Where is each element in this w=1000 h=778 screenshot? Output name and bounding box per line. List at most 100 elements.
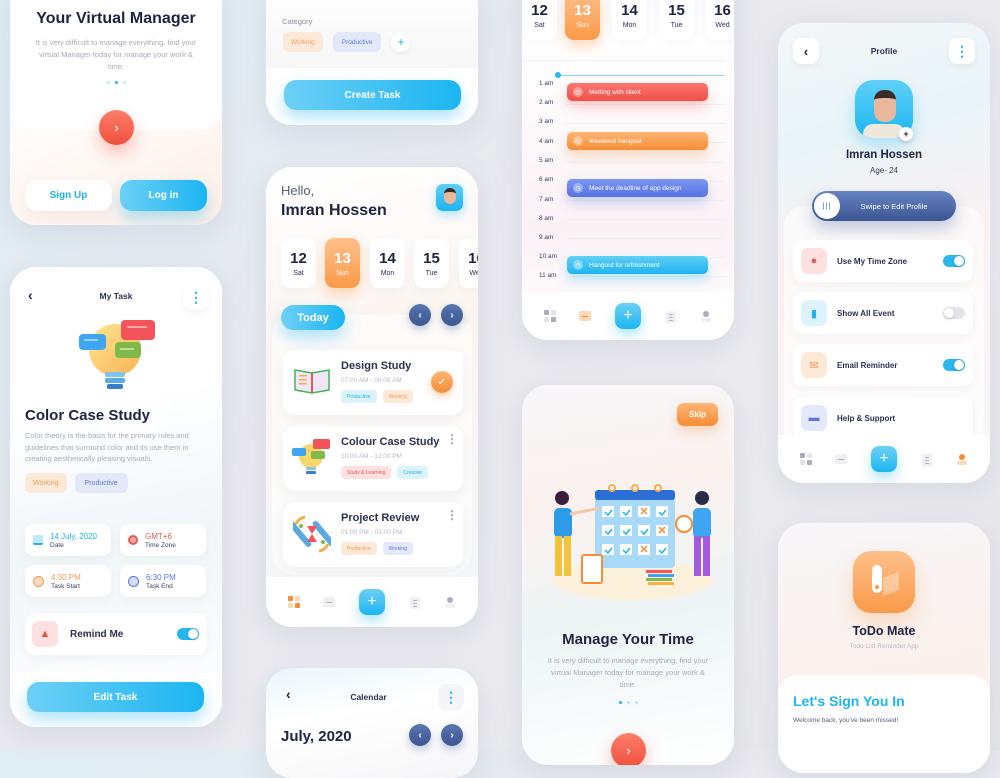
clipboard-icon[interactable]: [409, 596, 421, 609]
profile-screen: ‹ Profile ⋮ + Imran Hossen Age- 24 ||| S…: [778, 23, 990, 483]
day-number: 12: [531, 1, 548, 19]
event-deadline[interactable]: ◷ Meet the deadline of app design: [567, 179, 708, 197]
task-card[interactable]: Project Review 01:00 PM - 03:00 PM Produ…: [283, 502, 463, 567]
setting-email-reminder[interactable]: ✉ Email Reminder: [793, 344, 973, 386]
user-icon[interactable]: [700, 310, 712, 322]
task-menu-button[interactable]: ⋮: [446, 508, 458, 522]
category-working[interactable]: Working: [283, 32, 323, 52]
chevron-right-icon: ›: [450, 309, 454, 321]
toggle-knob: [188, 629, 198, 639]
kebab-menu-icon: ⋮: [955, 43, 969, 59]
day-wed[interactable]: 16 Wed: [459, 238, 478, 288]
edit-task-button[interactable]: Edit Task: [27, 682, 204, 712]
day-number: 14: [379, 249, 396, 267]
day-sat[interactable]: 12 Sat: [522, 0, 557, 40]
email-reminder-toggle[interactable]: [943, 359, 965, 371]
swipe-to-edit-slider[interactable]: ||| Swipe to Edit Profile: [812, 191, 956, 221]
day-name: Mon: [622, 21, 637, 29]
bottom-nav: +: [778, 435, 990, 483]
event-label: Weekend hangout: [589, 137, 642, 145]
clock-icon: [33, 575, 44, 587]
user-icon[interactable]: [956, 453, 968, 465]
remind-me-toggle[interactable]: [177, 628, 199, 640]
next-button[interactable]: ›: [99, 110, 134, 145]
show-all-event-toggle[interactable]: [943, 307, 965, 319]
create-task-button[interactable]: Create Task: [284, 80, 461, 110]
hour-label: 10 am: [539, 253, 558, 260]
task-title: Design Study: [341, 360, 412, 372]
current-time-line: [558, 75, 724, 76]
day-name: Tue: [670, 21, 683, 29]
day-sun[interactable]: 13 Sun: [325, 238, 360, 288]
logo-dot: [875, 585, 879, 589]
day-number: 12: [290, 249, 307, 267]
day-mon[interactable]: 14 Mon: [370, 238, 405, 288]
event-weekend[interactable]: ◷ Weekend hangout: [567, 132, 708, 150]
task-end-label: Task End: [146, 582, 173, 590]
day-mon[interactable]: 14 Mon: [612, 0, 647, 40]
day-number: 13: [334, 249, 351, 267]
sign-up-button[interactable]: Sign Up: [25, 180, 112, 211]
task-card[interactable]: Design Study 07:00 AM - 09:00 AM Product…: [283, 350, 463, 415]
add-category-button[interactable]: +: [391, 32, 411, 52]
grid-icon[interactable]: [287, 596, 300, 608]
toggle-knob: [954, 256, 964, 266]
calendar-icon[interactable]: [835, 453, 848, 465]
day-tue[interactable]: 15 Tue: [414, 238, 449, 288]
add-photo-button[interactable]: +: [899, 127, 913, 141]
setting-show-all-event[interactable]: ▮ Show All Event: [793, 292, 973, 334]
lightbulb-icon: [292, 439, 330, 474]
add-task-button[interactable]: +: [870, 446, 897, 472]
today-button[interactable]: Today: [281, 305, 345, 330]
skip-button[interactable]: Skip: [677, 403, 718, 426]
remind-me-label: Remind Me: [70, 628, 124, 640]
setting-time-zone[interactable]: ● Use My Time Zone: [793, 240, 973, 282]
calendar-icon[interactable]: [323, 596, 336, 608]
next-day-button[interactable]: ›: [441, 304, 463, 326]
clipboard-icon[interactable]: [665, 310, 677, 323]
task-menu-button[interactable]: ⋮: [446, 432, 458, 446]
event-label: Meet the deadline of app design: [589, 184, 682, 192]
task-done-check[interactable]: ✓: [431, 371, 453, 393]
calendar-icon[interactable]: [579, 310, 592, 322]
menu-button[interactable]: ⋮: [183, 284, 209, 310]
next-button[interactable]: ›: [611, 733, 646, 765]
task-card[interactable]: Colour Case Study 10:00 AM - 12:00 PM St…: [283, 426, 463, 491]
previous-month-button[interactable]: ‹: [409, 724, 431, 746]
current-time-dot: [555, 72, 561, 78]
slider-handle[interactable]: |||: [814, 193, 840, 219]
timezone-label: Time Zone: [145, 541, 176, 549]
calendar-screen: ‹ Calendar ⋮ July, 2020 ‹ ›: [266, 668, 478, 778]
category-productive[interactable]: Productive: [332, 32, 382, 52]
setting-help-support[interactable]: ▬ Help & Support: [793, 397, 973, 439]
user-name: Imran Hossen: [281, 202, 387, 219]
day-tue[interactable]: 15 Tue: [659, 0, 694, 40]
menu-button[interactable]: ⋮: [949, 38, 975, 64]
log-in-button[interactable]: Log in: [120, 180, 207, 211]
grid-icon[interactable]: [799, 453, 812, 465]
event-meeting[interactable]: ◷ Metting with client: [567, 83, 708, 101]
page-dot: [106, 81, 110, 84]
next-month-button[interactable]: ›: [441, 724, 463, 746]
add-task-button[interactable]: +: [614, 303, 641, 329]
clipboard-icon[interactable]: [921, 453, 933, 466]
add-task-button[interactable]: +: [358, 589, 385, 615]
user-icon[interactable]: [444, 596, 456, 608]
menu-button[interactable]: ⋮: [438, 684, 464, 710]
previous-day-button[interactable]: ‹: [409, 304, 431, 326]
time-zone-toggle[interactable]: [943, 255, 965, 267]
task-tag: Creative: [397, 466, 428, 479]
day-wed[interactable]: 16 Wed: [705, 0, 734, 40]
day-sat[interactable]: 12 Sat: [281, 238, 316, 288]
hour-label: 2 am: [539, 99, 554, 106]
calendar-planning-illustration: [552, 484, 712, 600]
avatar[interactable]: [436, 184, 463, 211]
page-dot-active: [618, 701, 622, 704]
task-end-value: 6:30 PM: [146, 572, 176, 582]
event-label: Hangout for refreshment: [589, 261, 660, 269]
hour-line: [566, 162, 724, 163]
day-sun[interactable]: 13 Sun: [565, 0, 600, 40]
grid-icon[interactable]: [543, 310, 556, 322]
event-hangout[interactable]: ◷ Hangout for refreshment: [567, 256, 708, 274]
hourglass-icon: [293, 515, 331, 553]
